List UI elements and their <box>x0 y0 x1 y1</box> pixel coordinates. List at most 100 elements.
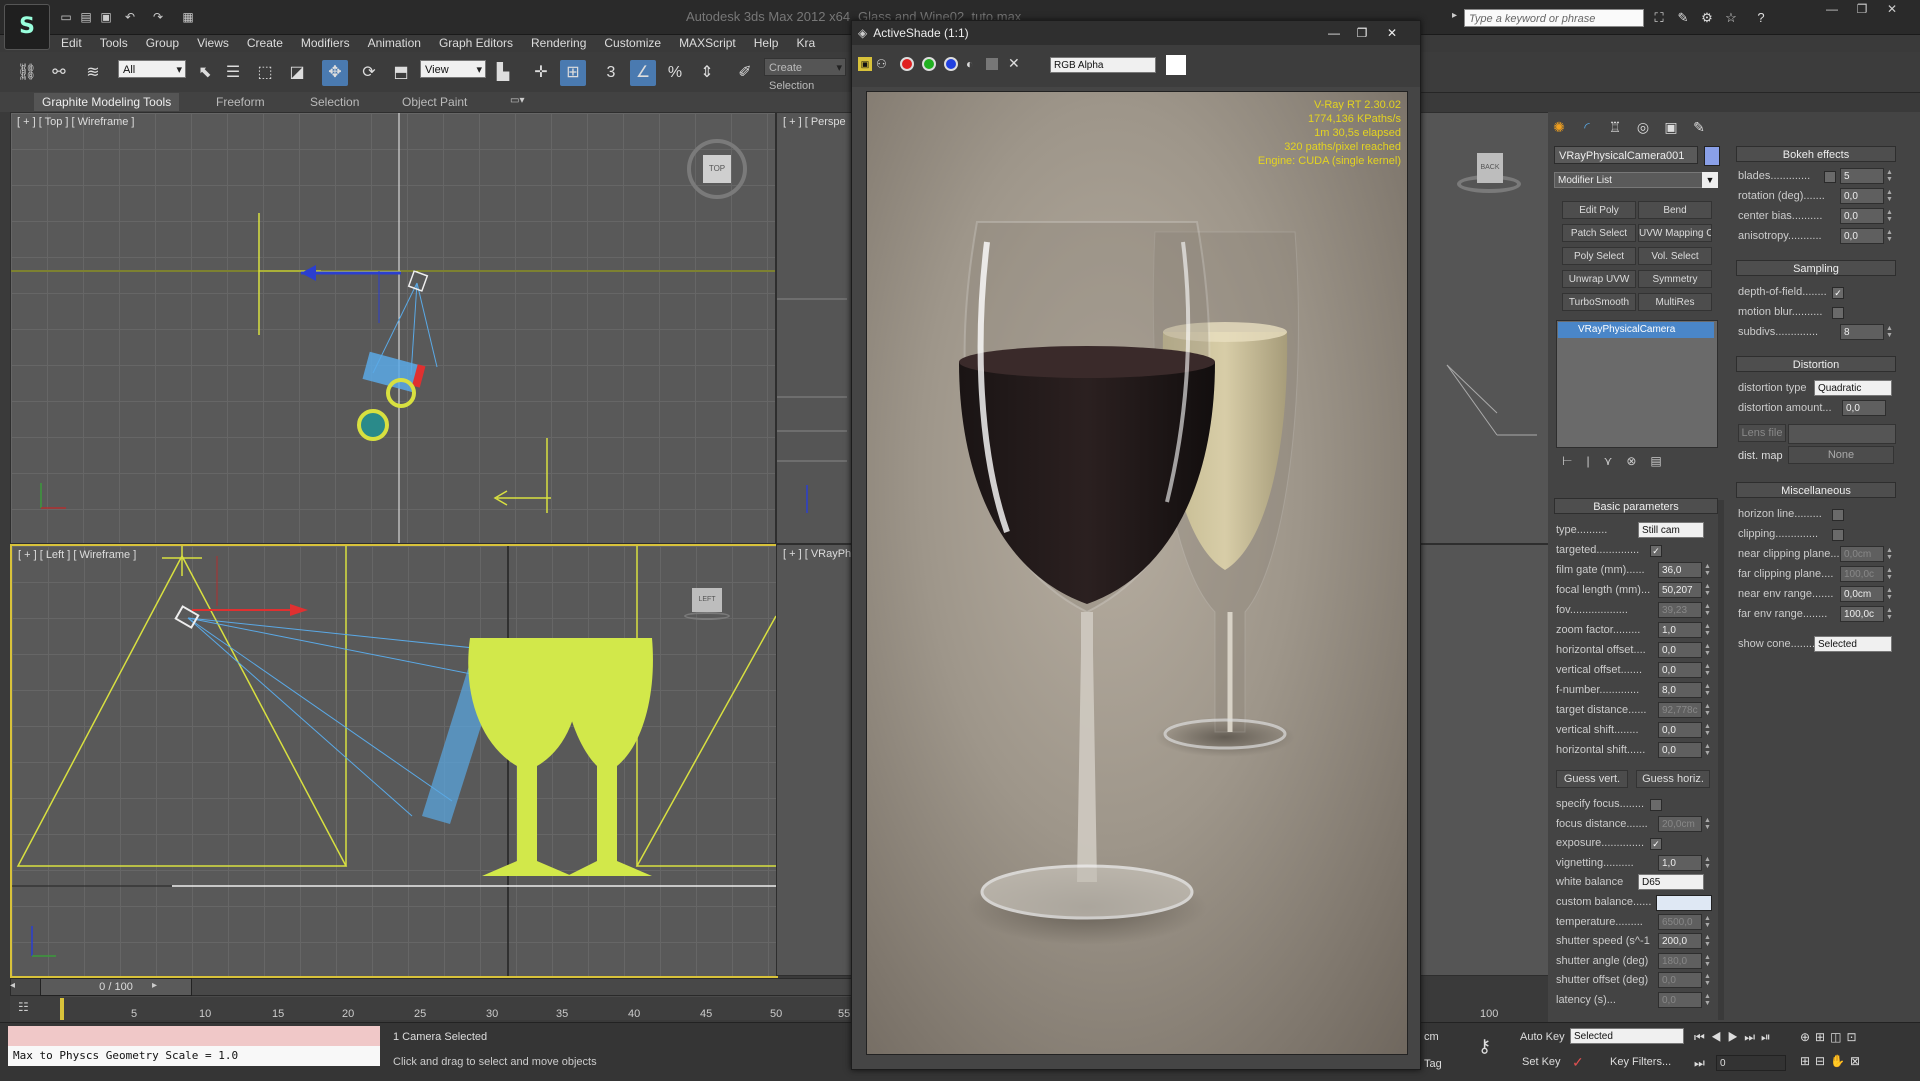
clone-frame-icon[interactable]: ⚇ <box>876 57 887 71</box>
modifier-button[interactable]: Unwrap UVW <box>1562 270 1636 288</box>
spinner-arrows-icon[interactable]: ▲ ▼ <box>1704 934 1711 948</box>
application-menu-button[interactable]: S <box>4 4 50 50</box>
time-slider[interactable]: 0 / 100 <box>40 978 192 996</box>
spinner-field[interactable]: 36,0 <box>1658 562 1702 578</box>
tab-freeform[interactable]: Freeform <box>208 93 273 111</box>
modifier-stack-item[interactable]: VRayPhysicalCamera <box>1558 322 1714 338</box>
menu-modifiers[interactable]: Modifiers <box>292 34 359 52</box>
subscription-icon[interactable]: ✎ <box>1674 10 1692 26</box>
lens-file-button[interactable]: Lens file <box>1738 424 1786 442</box>
spinner-arrows-icon[interactable]: ▲ ▼ <box>1704 723 1711 737</box>
spinner-arrows-icon[interactable]: ▲ ▼ <box>1704 817 1711 831</box>
add-time-tag[interactable]: Tag <box>1424 1058 1442 1070</box>
color-swatch[interactable] <box>1656 895 1712 911</box>
spinner-field[interactable]: 8 <box>1840 324 1884 340</box>
favorites-star-icon[interactable]: ☆ <box>1722 10 1740 26</box>
modifier-button[interactable]: Vol. Select <box>1638 247 1712 265</box>
angle-snap-icon[interactable]: ∠ <box>630 60 656 86</box>
activeshade-window[interactable]: ◈ ActiveShade (1:1) — ❐ ✕ ▣ ⚇ ◐ ✕ RGB Alp… <box>851 20 1421 1070</box>
select-by-name-icon[interactable]: ☰ <box>220 60 246 86</box>
mini-curve-editor-icon[interactable]: ☷ <box>18 1000 42 1018</box>
spinner-field[interactable]: 0,0 <box>1658 722 1702 738</box>
create-tab-icon[interactable]: ✺ <box>1548 116 1570 138</box>
display-channel-dropdown[interactable]: RGB Alpha <box>1050 57 1156 73</box>
spinner-arrows-icon[interactable]: ▲ ▼ <box>1704 643 1711 657</box>
spinner-arrows-icon[interactable]: ▲ ▼ <box>1704 954 1711 968</box>
spinner-field[interactable]: 0,0 <box>1658 662 1702 678</box>
spinner-field[interactable]: 200,0 <box>1658 933 1702 950</box>
sampling-rollout[interactable]: Sampling <box>1736 260 1896 276</box>
unlink-icon[interactable]: ⚯ <box>46 60 72 86</box>
checkbox[interactable] <box>1650 799 1662 811</box>
modifier-button[interactable]: Patch Select <box>1562 224 1636 242</box>
activeshade-close-button[interactable]: ✕ <box>1380 21 1404 45</box>
activeshade-maximize-button[interactable]: ❐ <box>1350 21 1374 45</box>
checkbox[interactable] <box>1832 529 1844 541</box>
viewcube-persp[interactable]: BACK <box>1477 153 1503 183</box>
menu-animation[interactable]: Animation <box>359 34 430 52</box>
distortion-rollout[interactable]: Distortion <box>1736 356 1896 372</box>
menu-graph-editors[interactable]: Graph Editors <box>430 34 522 52</box>
modifier-button[interactable]: UVW Mapping Cle <box>1638 224 1712 242</box>
green-channel-toggle[interactable] <box>922 57 936 71</box>
dropdown[interactable]: D65 <box>1638 874 1704 891</box>
minimize-button[interactable]: — <box>1818 0 1846 18</box>
spinner-field[interactable]: 180,0 <box>1658 952 1702 969</box>
stack-controls[interactable]: ⊢|⋎⊗▤ <box>1562 454 1722 468</box>
spinner-arrows-icon[interactable]: ▲ ▼ <box>1886 547 1893 561</box>
spinner-arrows-icon[interactable]: ▲ ▼ <box>1704 563 1711 577</box>
monochrome-toggle[interactable] <box>986 58 998 70</box>
red-channel-toggle[interactable] <box>900 57 914 71</box>
tab-object-paint[interactable]: Object Paint <box>394 93 475 111</box>
spinner-field[interactable]: 0,0 <box>1840 208 1884 224</box>
spinner-arrows-icon[interactable]: ▲ ▼ <box>1704 583 1711 597</box>
time-prev-icon[interactable]: ◂ <box>10 980 15 991</box>
help-icon[interactable]: ? <box>1752 10 1770 26</box>
spinner-arrows-icon[interactable]: ▲ ▼ <box>1886 189 1893 203</box>
ribbon-options-icon[interactable]: ▭▾ <box>510 95 524 106</box>
maxscript-mini-listener[interactable] <box>8 1026 380 1046</box>
modifier-stack[interactable] <box>1556 320 1718 448</box>
menu-krakatoa[interactable]: Kra <box>787 34 824 52</box>
viewcube-left-ring[interactable] <box>684 612 730 620</box>
utilities-tab-icon[interactable]: ✎ <box>1688 116 1710 138</box>
key-mode-icon[interactable]: ⏭ <box>1694 1056 1705 1071</box>
spinner-field[interactable]: 20,0cm <box>1658 815 1702 832</box>
lens-file-path[interactable] <box>1788 424 1896 444</box>
named-selection-sets-field[interactable]: Create Selection <box>764 58 846 92</box>
open-file-icon[interactable]: ▤ <box>78 10 94 24</box>
spinner-field[interactable]: 100,0c <box>1840 606 1884 622</box>
select-manipulate-icon[interactable]: ✛ <box>528 60 554 86</box>
spinner-field[interactable]: 92,778c <box>1658 702 1702 718</box>
bokeh-effects-rollout[interactable]: Bokeh effects <box>1736 146 1896 162</box>
modifier-button[interactable]: Edit Poly <box>1562 201 1636 219</box>
auto-key-button[interactable]: Auto Key <box>1520 1031 1565 1043</box>
spinner-arrows-icon[interactable]: ▲ ▼ <box>1704 683 1711 697</box>
spinner-field[interactable]: 0,0cm <box>1840 586 1884 602</box>
spinner-arrows-icon[interactable]: ▲ ▼ <box>1886 607 1893 621</box>
spinner-arrows-icon[interactable]: ▲ ▼ <box>1704 743 1711 757</box>
viewport-vray-camera-label[interactable]: [ + ] [ VRayPh <box>783 548 851 560</box>
select-and-link-icon[interactable]: ⛓ <box>14 60 40 86</box>
spinner-field[interactable]: 0,0 <box>1840 188 1884 204</box>
undo-icon[interactable]: ↶ <box>122 10 138 24</box>
modifier-button[interactable]: Bend <box>1638 201 1712 219</box>
modifier-list-dropdown[interactable]: Modifier List <box>1554 172 1718 188</box>
menu-views[interactable]: Views <box>188 34 238 52</box>
communication-icon[interactable]: ⚙ <box>1698 10 1716 26</box>
project-folder-icon[interactable]: ▦ <box>180 10 196 24</box>
checkbox[interactable] <box>1824 171 1836 183</box>
menu-tools[interactable]: Tools <box>91 34 137 52</box>
spinner-arrows-icon[interactable]: ▲ ▼ <box>1886 567 1893 581</box>
bind-space-warp-icon[interactable]: ≋ <box>80 60 106 86</box>
spinner-field[interactable]: 0,0 <box>1658 642 1702 658</box>
spinner-arrows-icon[interactable]: ▲ ▼ <box>1704 856 1711 870</box>
menu-group[interactable]: Group <box>137 34 188 52</box>
dist-map-button[interactable]: None <box>1788 446 1894 464</box>
keyboard-shortcut-override-icon[interactable]: ⊞ <box>560 60 586 86</box>
selection-filter-dropdown[interactable]: All <box>118 60 186 79</box>
spinner-field[interactable]: 8,0 <box>1658 682 1702 698</box>
set-key-button[interactable]: Set Key <box>1522 1056 1561 1068</box>
reference-coordinate-dropdown[interactable]: View <box>420 60 486 79</box>
spinner-arrows-icon[interactable]: ▲ ▼ <box>1704 663 1711 677</box>
